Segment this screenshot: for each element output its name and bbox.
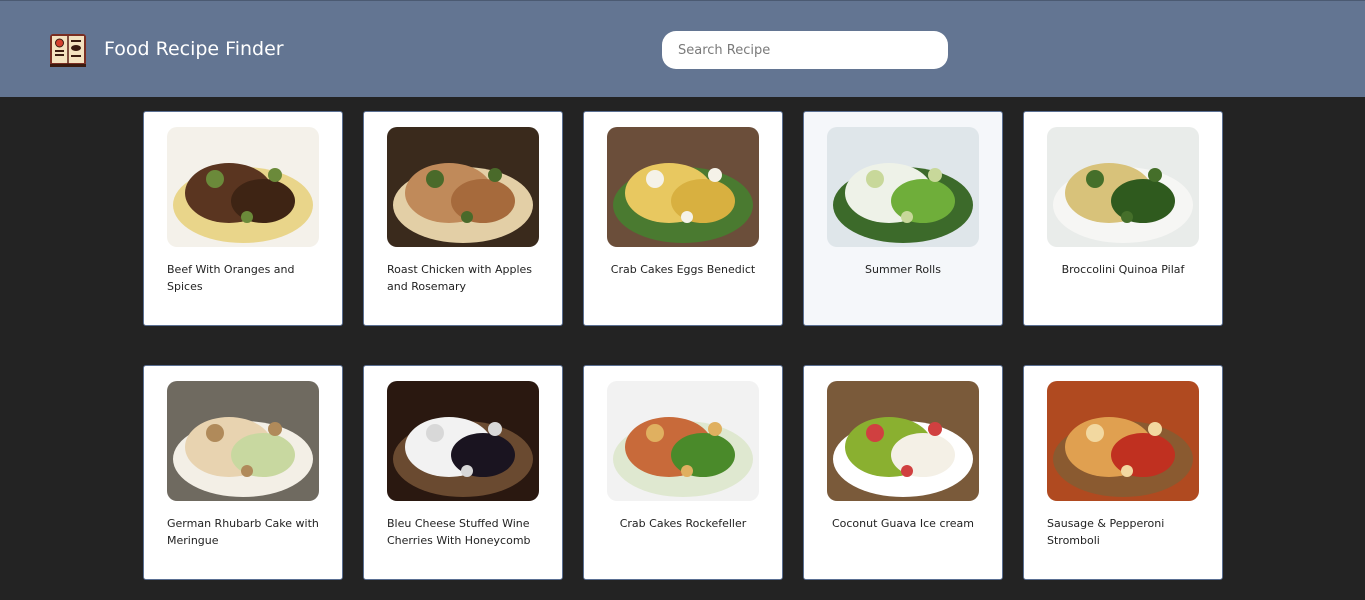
recipe-title: Crab Cakes Rockefeller [619,517,747,530]
recipe-image[interactable] [387,381,539,501]
recipe-card[interactable]: Broccolini Quinoa Pilaf [1023,111,1223,326]
recipe-image[interactable] [827,381,979,501]
recipe-image[interactable] [167,381,319,501]
recipe-image[interactable] [607,381,759,501]
recipe-image[interactable] [607,127,759,247]
recipe-card[interactable]: Bleu Cheese Stuffed Wine Cherries With H… [363,365,563,580]
recipe-title: Broccolini Quinoa Pilaf [1061,263,1185,276]
recipe-image[interactable] [1047,127,1199,247]
recipe-image[interactable] [387,127,539,247]
app-header: Food Recipe Finder [0,0,1365,97]
recipe-image[interactable] [1047,381,1199,501]
recipe-card[interactable]: Sausage & Pepperoni Stromboli [1023,365,1223,580]
recipe-card[interactable]: Crab Cakes Eggs Benedict [583,111,783,326]
search-input[interactable] [662,31,948,69]
recipe-title: Summer Rolls [865,263,941,276]
recipe-title: Sausage & Pepperoni Stromboli [1047,517,1165,547]
recipe-title: Coconut Guava Ice cream [831,517,975,530]
recipe-title: Bleu Cheese Stuffed Wine Cherries With H… [387,517,531,547]
recipe-title: Beef With Oranges and Spices [167,263,295,293]
recipe-image[interactable] [167,127,319,247]
app-title: Food Recipe Finder [104,38,284,60]
recipe-card[interactable]: Crab Cakes Rockefeller [583,365,783,580]
recipe-card[interactable]: Coconut Guava Ice cream [803,365,1003,580]
recipe-image[interactable] [827,127,979,247]
recipe-card[interactable]: Roast Chicken with Apples and Rosemary [363,111,563,326]
recipe-title: Crab Cakes Eggs Benedict [610,263,756,276]
recipe-card[interactable]: Beef With Oranges and Spices [143,111,343,326]
recipe-book-icon [50,34,86,67]
recipe-card[interactable]: German Rhubarb Cake with Meringue [143,365,343,580]
recipe-card[interactable]: Summer Rolls [803,111,1003,326]
recipe-title: Roast Chicken with Apples and Rosemary [387,263,533,293]
recipe-title: German Rhubarb Cake with Meringue [167,517,319,547]
